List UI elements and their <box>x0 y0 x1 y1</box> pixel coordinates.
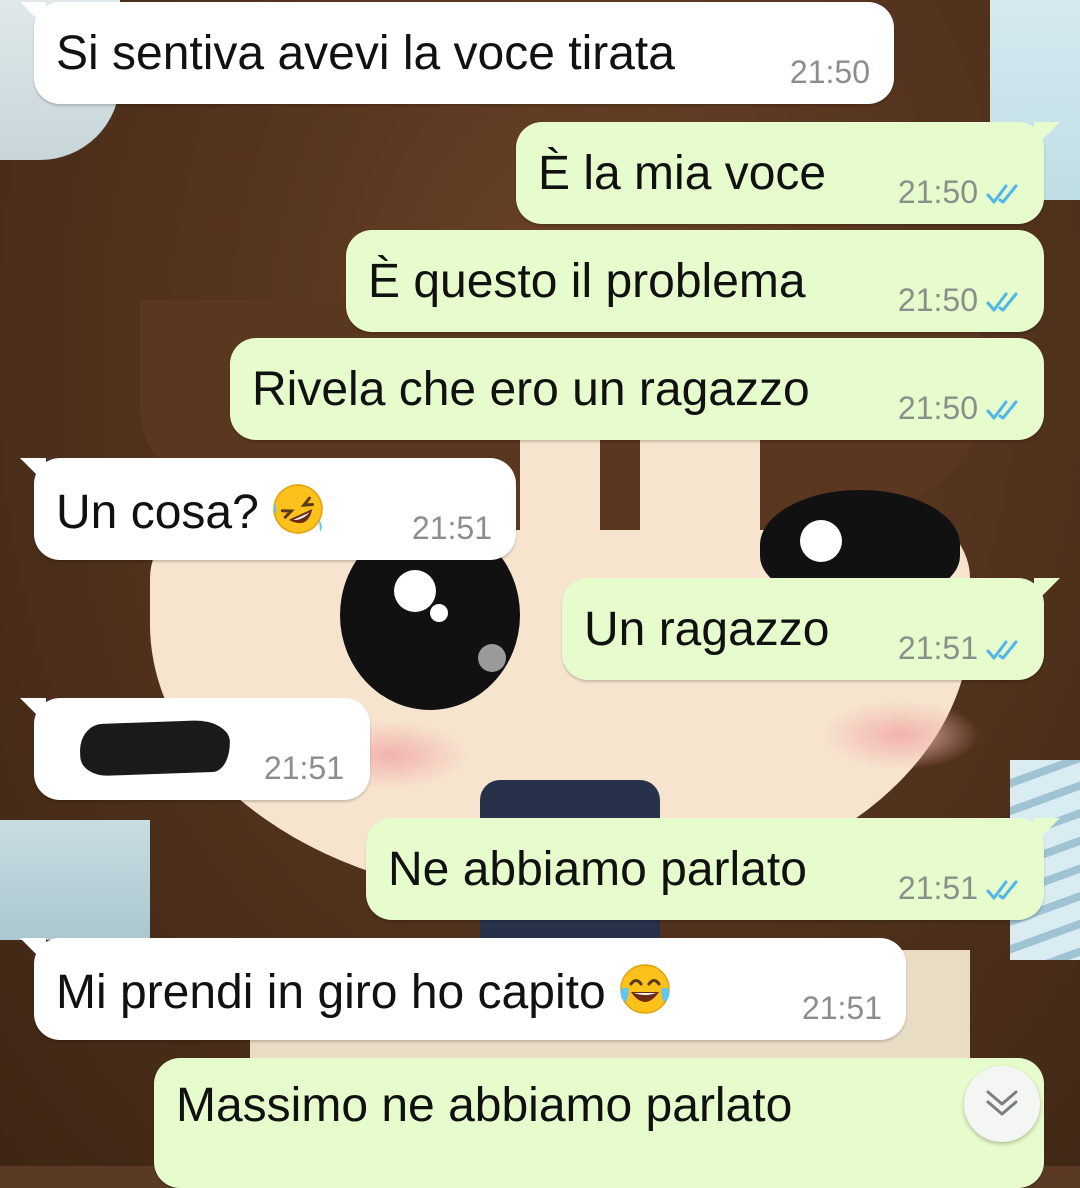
message-bubble-incoming[interactable]: Un cosa? 21:51 <box>20 458 516 560</box>
message-text: È questo il problema <box>368 255 806 308</box>
chat-messages-list[interactable]: Si sentiva avevi la voce tirata 21:50 È … <box>0 0 1080 1188</box>
rolling-on-floor-laughing-emoji-icon <box>273 484 323 534</box>
message-text: Massimo ne abbiamo parlato <box>176 1079 793 1132</box>
message-time: 21:51 <box>897 870 978 906</box>
message-content: Un cosa? <box>56 482 325 541</box>
message-text: È la mia voce <box>538 147 827 200</box>
message-text: Rivela che ero un ragazzo <box>252 363 810 416</box>
message-time: 21:50 <box>897 390 978 426</box>
message-time: 21:51 <box>411 510 492 546</box>
message-bubble-incoming[interactable]: 21:51 <box>20 698 370 800</box>
tears-of-joy-emoji-icon <box>619 964 670 1014</box>
message-text: Un cosa? <box>56 486 259 539</box>
message-bubble-incoming[interactable]: Si sentiva avevi la voce tirata 21:50 <box>20 2 894 104</box>
message-text: Ne abbiamo parlato <box>388 843 807 896</box>
message-time: 21:50 <box>897 282 978 318</box>
message-time: 21:51 <box>263 750 344 786</box>
message-bubble-outgoing[interactable]: È la mia voce 21:50 <box>516 122 1060 224</box>
message-bubble-outgoing[interactable]: Ne abbiamo parlato 21:51 <box>366 818 1060 920</box>
redacted-content <box>79 719 231 777</box>
double-check-read-icon <box>986 400 1018 420</box>
message-text: Si sentiva avevi la voce tirata <box>56 27 675 80</box>
double-check-read-icon <box>986 640 1018 660</box>
message-time: 21:51 <box>801 990 882 1026</box>
double-check-read-icon <box>986 184 1018 204</box>
message-text: Un ragazzo <box>584 603 830 656</box>
message-bubble-outgoing[interactable]: Un ragazzo 21:51 <box>562 578 1060 680</box>
message-time: 21:50 <box>789 54 870 90</box>
scroll-to-bottom-button[interactable] <box>964 1066 1040 1142</box>
double-check-read-icon <box>986 880 1018 900</box>
message-text: Mi prendi in giro ho capito <box>56 966 606 1019</box>
double-check-read-icon <box>986 292 1018 312</box>
message-content: Mi prendi in giro ho capito <box>56 962 672 1021</box>
message-bubble-incoming[interactable]: Mi prendi in giro ho capito 21:51 <box>20 938 906 1040</box>
message-time: 21:50 <box>897 174 978 210</box>
chevron-double-down-icon <box>986 1090 1018 1116</box>
message-time: 21:51 <box>897 630 978 666</box>
message-bubble-outgoing[interactable]: È questo il problema 21:50 <box>346 230 1044 332</box>
message-bubble-outgoing[interactable]: Rivela che ero un ragazzo 21:50 <box>230 338 1044 440</box>
message-bubble-outgoing[interactable]: Massimo ne abbiamo parlato <box>154 1058 1044 1188</box>
